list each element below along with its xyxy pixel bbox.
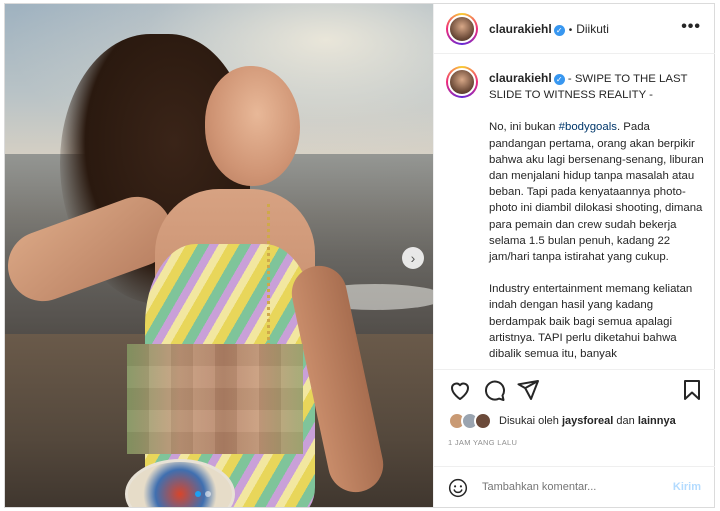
liker-avatar[interactable] [474, 412, 492, 430]
carousel-dot [205, 491, 211, 497]
caption-text: claurakiehl ✓ - SWIPE TO THE LAST SLIDE T… [489, 70, 704, 369]
comment-input[interactable] [482, 481, 662, 493]
header-username[interactable]: claurakiehl [489, 22, 552, 36]
caption-username[interactable]: claurakiehl [489, 71, 552, 85]
instagram-post-modal: › claurakiehl ✓ • Diikuti ••• claurakiehl ✓ … [4, 3, 715, 508]
post-timestamp[interactable]: 1 JAM YANG LALU [448, 438, 517, 447]
follow-status-button[interactable]: Diikuti [576, 22, 609, 36]
likes-summary: Disukai oleh jaysforeal dan lainnya [448, 412, 676, 430]
photo-face [205, 66, 300, 186]
pixelated-censor [127, 344, 303, 454]
emoji-icon[interactable] [448, 478, 468, 498]
likes-others-link[interactable]: lainnya [638, 415, 676, 427]
liker-username[interactable]: jaysforeal [562, 415, 613, 427]
carousel-next-button[interactable]: › [402, 247, 424, 269]
caption-headline: claurakiehl ✓ - SWIPE TO THE LAST SLIDE T… [489, 70, 704, 103]
likes-conjunction: dan [613, 415, 638, 427]
carousel-dot-active [195, 491, 201, 497]
action-bar [434, 369, 715, 409]
header-user: claurakiehl ✓ • Diikuti [489, 22, 609, 36]
avatar-image [448, 68, 476, 96]
heart-icon[interactable] [448, 378, 472, 402]
comment-box: Kirim [434, 466, 715, 507]
caption-paragraph: Industry entertainment memang keliatan i… [489, 283, 693, 361]
separator-dot: • [568, 25, 573, 36]
caption-paragraph: No, ini bukan #bodygoals. Pada pandangan… [489, 119, 704, 265]
chevron-right-icon: › [410, 250, 416, 266]
avatar-image [448, 15, 476, 43]
post-photo[interactable]: › [5, 4, 433, 507]
post-side-panel: claurakiehl ✓ • Diikuti ••• claurakiehl ✓ - … [433, 4, 715, 507]
hashtag-link[interactable]: #bodygoals [559, 121, 617, 133]
bookmark-icon[interactable] [680, 378, 704, 402]
caption-avatar[interactable] [446, 66, 478, 98]
avatar[interactable] [446, 13, 478, 45]
likes-prefix: Disukai oleh [499, 415, 562, 427]
comment-icon[interactable] [482, 378, 506, 402]
likes-text: Disukai oleh jaysforeal dan lainnya [499, 415, 676, 427]
caption-text-segment: No, ini bukan [489, 121, 559, 134]
carousel-dots [195, 491, 211, 497]
send-comment-button[interactable]: Kirim [673, 481, 701, 493]
caption-text-segment: . Pada pandangan pertama, orang akan ber… [489, 121, 704, 264]
send-icon[interactable] [516, 378, 540, 402]
caption-area: claurakiehl ✓ - SWIPE TO THE LAST SLIDE T… [434, 54, 715, 369]
verified-badge-icon: ✓ [553, 25, 565, 36]
post-header: claurakiehl ✓ • Diikuti ••• [434, 4, 715, 54]
more-options-icon[interactable]: ••• [681, 18, 701, 36]
verified-badge-icon: ✓ [553, 74, 565, 85]
